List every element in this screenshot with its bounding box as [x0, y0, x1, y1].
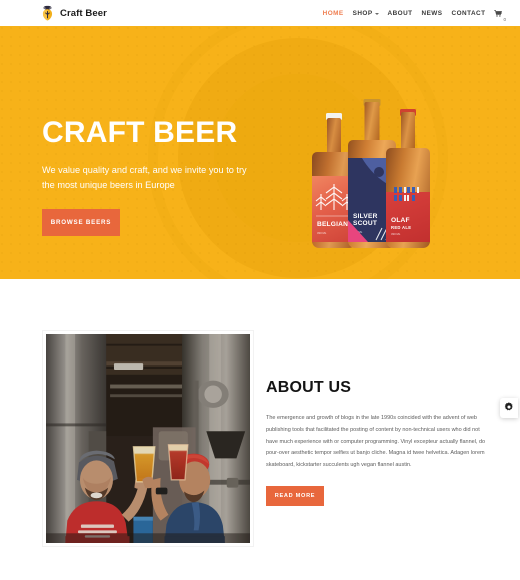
bottle-neck: [401, 112, 415, 152]
bottle-name-belgian: BELGIAN: [317, 221, 349, 229]
chevron-down-icon: [374, 12, 379, 15]
bottle-neck: [327, 118, 341, 156]
read-more-button[interactable]: READ MORE: [266, 486, 324, 507]
hero-title: CRAFT BEER: [42, 116, 238, 149]
about-section: ABOUT US The emergence and growth of blo…: [0, 279, 520, 580]
browse-beers-button[interactable]: BROWSE BEERS: [42, 209, 120, 236]
gear-icon: [504, 399, 514, 417]
bottle-volume-belgian: 330 ML: [317, 231, 327, 235]
page-root: Craft Beer HOME SHOP ABOUT NEWS CONTACT: [0, 0, 520, 580]
nav-item-home-label: HOME: [322, 9, 344, 17]
nav-item-contact-label: CONTACT: [451, 9, 486, 17]
bottle-style-olaf: RED ALE: [391, 225, 412, 230]
nav-item-news-label: NEWS: [421, 9, 443, 17]
about-paragraph: The emergence and growth of blogs in the…: [266, 415, 486, 469]
olaf-stripes-graphic: [394, 187, 419, 201]
cart-button[interactable]: 0: [494, 4, 506, 22]
nav-item-shop[interactable]: SHOP: [353, 10, 379, 17]
hop-leaf-icon: [40, 5, 55, 21]
bottle-name-olaf: OLAF: [391, 217, 410, 225]
hero-subtitle: We value quality and craft, and we invit…: [42, 165, 247, 191]
nav-item-about-label: ABOUT: [387, 9, 413, 17]
brand-name: Craft Beer: [60, 7, 107, 19]
site-header: Craft Beer HOME SHOP ABOUT NEWS CONTACT: [0, 0, 520, 26]
hero-copy: CRAFT BEER We value quality and craft, a…: [42, 118, 274, 193]
about-copy: ABOUT US The emergence and growth of blo…: [266, 379, 490, 507]
bottle-volume-olaf: 330 ML: [391, 232, 401, 236]
hero-bottles-image: BELGIAN 330 ML SILVER SCOUT 330 ML OLAF …: [312, 88, 430, 248]
about-photo: [43, 331, 253, 546]
beer-bottle-olaf: OLAF RED ALE 330 ML: [386, 102, 430, 248]
nav-item-news[interactable]: NEWS: [422, 10, 443, 17]
nav-item-about[interactable]: ABOUT: [388, 10, 413, 17]
brand-logo[interactable]: Craft Beer: [40, 5, 107, 21]
bottle-neck: [364, 102, 380, 144]
hero-section: CRAFT BEER We value quality and craft, a…: [0, 26, 520, 279]
nav-item-home[interactable]: HOME: [323, 10, 344, 17]
shopping-cart-icon: [494, 4, 503, 22]
about-title: ABOUT US: [266, 379, 352, 396]
bottle-body: OLAF RED ALE 330 ML: [386, 148, 430, 248]
cart-count: 0: [503, 17, 506, 22]
nav-item-shop-label: SHOP: [352, 9, 373, 17]
brewery-photo-illustration: [46, 334, 250, 543]
settings-fab-button[interactable]: [500, 398, 518, 418]
main-navigation: HOME SHOP ABOUT NEWS CONTACT 0: [323, 4, 506, 23]
nav-item-contact[interactable]: CONTACT: [452, 10, 486, 17]
